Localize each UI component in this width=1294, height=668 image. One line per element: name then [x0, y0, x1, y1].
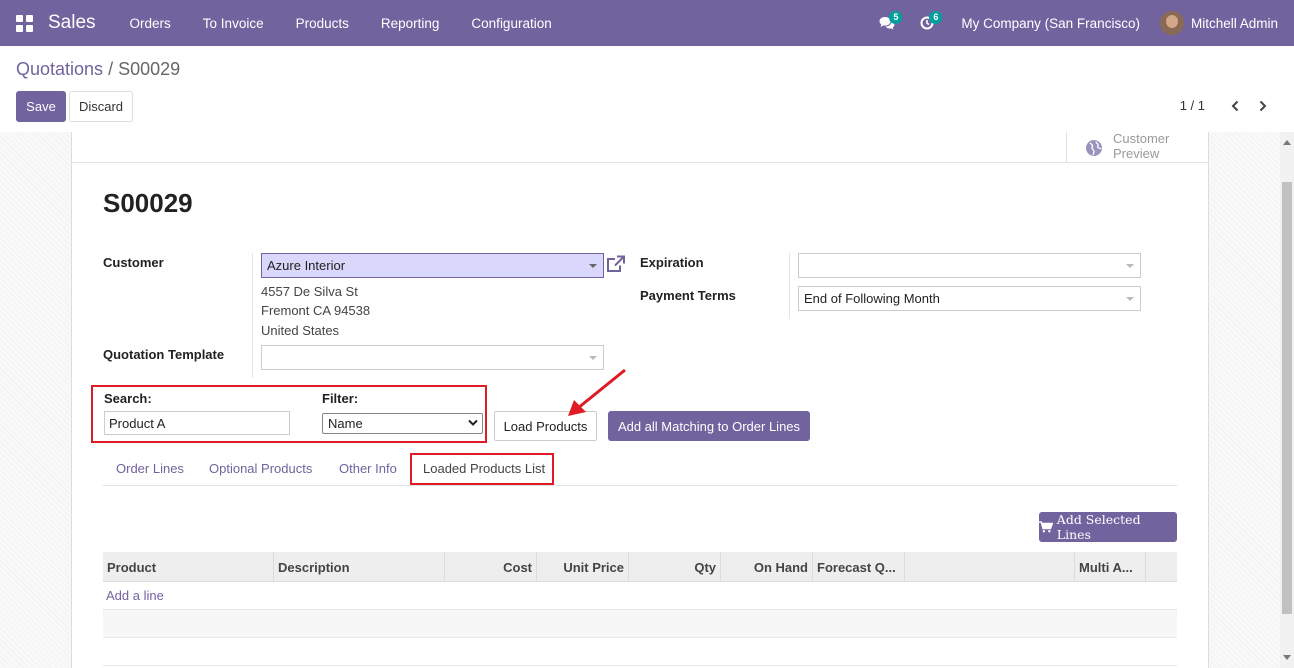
breadcrumb: Quotations / S00029: [16, 59, 180, 80]
dropdown-caret-icon: [589, 356, 597, 360]
save-button[interactable]: Save: [16, 91, 66, 122]
table-row: [103, 638, 1177, 666]
customer-label: Customer: [103, 255, 164, 270]
column-description[interactable]: Description: [274, 552, 445, 582]
customer-preview-button[interactable]: Customer Preview: [1066, 130, 1208, 163]
filter-value: Name: [328, 416, 363, 431]
annotation-arrow-icon: [568, 368, 626, 416]
payment-terms-field[interactable]: End of Following Month: [798, 286, 1141, 311]
customer-field[interactable]: Azure Interior: [261, 253, 604, 278]
column-multi-a[interactable]: Multi A...: [1075, 552, 1146, 582]
dropdown-caret-icon: [589, 264, 597, 268]
tabs-divider: [103, 485, 1177, 486]
page-scrollbar[interactable]: [1280, 132, 1294, 668]
search-input[interactable]: Product A: [104, 411, 290, 435]
app-brand[interactable]: Sales: [48, 12, 96, 34]
external-link-icon: [607, 255, 625, 272]
record-title: S00029: [103, 188, 193, 218]
customer-value: Azure Interior: [267, 258, 346, 273]
quotation-template-field[interactable]: [261, 345, 604, 370]
add-a-line-link[interactable]: Add a line: [106, 588, 164, 603]
tab-optional-products[interactable]: Optional Products: [209, 461, 312, 476]
chevron-down-icon: [468, 419, 478, 426]
menu-configuration[interactable]: Configuration: [455, 0, 567, 46]
breadcrumb-current: S00029: [118, 59, 181, 79]
tab-order-lines[interactable]: Order Lines: [116, 461, 184, 476]
chevron-right-icon: [1259, 100, 1267, 112]
table-row: [103, 610, 1177, 638]
table-header: Product Description Cost Unit Price Qty …: [103, 552, 1177, 582]
menu-orders[interactable]: Orders: [114, 0, 187, 46]
column-unit-price[interactable]: Unit Price: [537, 552, 629, 582]
filter-select[interactable]: Name: [322, 413, 483, 434]
expiration-label: Expiration: [640, 255, 704, 270]
filter-label: Filter:: [322, 391, 359, 406]
discard-button[interactable]: Discard: [69, 91, 133, 122]
globe-icon: [1086, 139, 1102, 156]
scroll-up-icon[interactable]: [1283, 140, 1291, 145]
apps-menu-icon[interactable]: [0, 0, 48, 46]
customer-preview-label-2: Preview: [1113, 145, 1160, 161]
add-selected-lines-button[interactable]: Add Selected Lines: [1039, 512, 1177, 542]
user-name: Mitchell Admin: [1190, 15, 1278, 31]
activities-button[interactable]: 6: [907, 0, 947, 46]
column-cost[interactable]: Cost: [445, 552, 537, 582]
breadcrumb-separator: /: [108, 59, 114, 79]
cart-icon: [1039, 521, 1053, 533]
payment-terms-label: Payment Terms: [640, 288, 736, 303]
button-box: Customer Preview: [72, 130, 1208, 163]
customer-address-line-3: United States: [261, 323, 340, 338]
pager-previous-button[interactable]: [1226, 96, 1244, 116]
scroll-down-icon[interactable]: [1283, 655, 1291, 660]
avatar: [1159, 11, 1184, 35]
top-navbar: Sales Orders To Invoice Products Reporti…: [0, 0, 1294, 46]
search-label: Search:: [104, 391, 152, 406]
add-selected-lines-label: Add Selected Lines: [1056, 512, 1141, 542]
dropdown-caret-icon: [1126, 297, 1134, 301]
chevron-left-icon: [1231, 100, 1239, 112]
tab-other-info[interactable]: Other Info: [339, 461, 397, 476]
tab-loaded-products-list[interactable]: Loaded Products List: [423, 461, 545, 476]
company-switcher[interactable]: My Company (San Francisco): [947, 16, 1160, 31]
messages-button[interactable]: 5: [867, 0, 907, 46]
column-product[interactable]: Product: [103, 552, 274, 582]
messages-count-badge: 5: [889, 11, 903, 24]
column-forecast-qty[interactable]: Forecast Q...: [813, 552, 905, 582]
payment-terms-value: End of Following Month: [804, 291, 940, 306]
column-on-hand[interactable]: On Hand: [721, 552, 813, 582]
menu-products[interactable]: Products: [280, 0, 365, 46]
add-all-matching-button[interactable]: Add all Matching to Order Lines: [608, 411, 810, 441]
pager-next-button[interactable]: [1254, 96, 1272, 116]
menu-reporting[interactable]: Reporting: [365, 0, 456, 46]
user-menu[interactable]: Mitchell Admin: [1159, 11, 1294, 35]
field-separator: [252, 253, 253, 378]
breadcrumb-quotations[interactable]: Quotations: [16, 59, 103, 79]
dropdown-caret-icon: [1126, 264, 1134, 268]
customer-preview-label-1: Customer: [1113, 130, 1170, 146]
customer-address-line-1: 4557 De Silva St: [261, 284, 358, 299]
table-row: [103, 582, 1177, 610]
menu-to-invoice[interactable]: To Invoice: [187, 0, 280, 46]
external-link-button[interactable]: [606, 255, 626, 277]
scrollbar-thumb[interactable]: [1282, 182, 1292, 614]
column-qty[interactable]: Qty: [629, 552, 721, 582]
expiration-field[interactable]: [798, 253, 1141, 278]
column-blank[interactable]: [905, 552, 1075, 582]
activities-count-badge: 6: [929, 11, 943, 24]
field-separator: [789, 253, 790, 319]
customer-address-line-2: Fremont CA 94538: [261, 303, 371, 318]
quotation-template-label: Quotation Template: [103, 347, 225, 362]
pager-value[interactable]: 1 / 1: [1180, 98, 1205, 113]
